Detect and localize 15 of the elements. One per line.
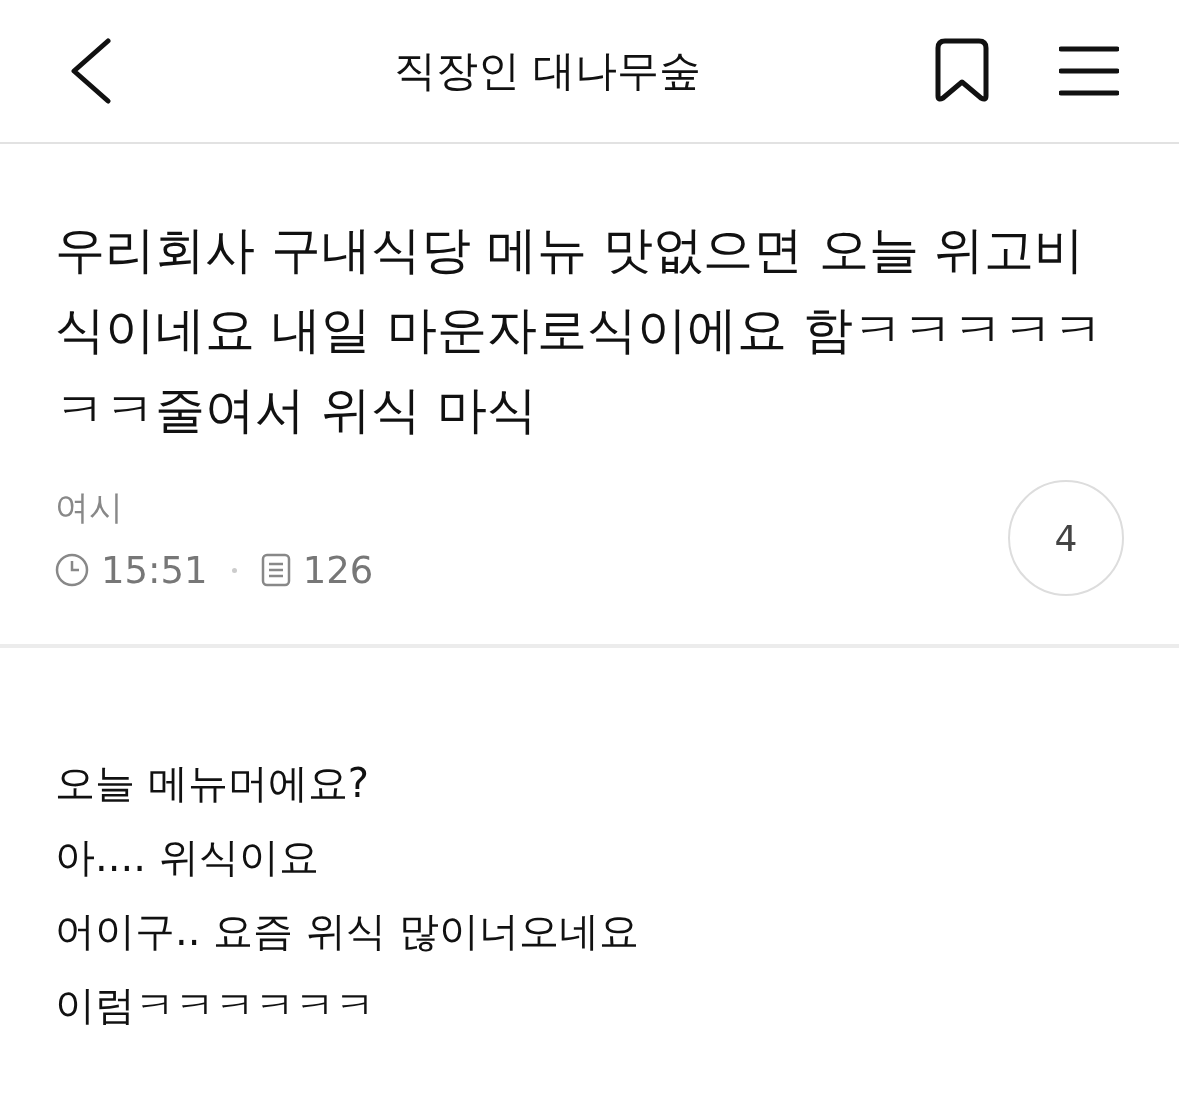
post-title: 우리회사 구내식당 메뉴 맛없으면 오늘 위고비식이네요 내일 마운자로식이에요 함ㅋㅋㅋㅋㅋㅋㅋ줄여서 위식 마식 bbox=[55, 220, 1104, 441]
body-text-line: 어이구.. 요즘 위식 많이너오네요 bbox=[55, 907, 640, 956]
bookmark-button[interactable] bbox=[933, 38, 991, 104]
clock-icon bbox=[55, 553, 89, 587]
menu-button[interactable] bbox=[1059, 45, 1119, 97]
document-icon bbox=[260, 553, 291, 587]
body-text-line: 이럼ㅋㅋㅋㅋㅋㅋ bbox=[55, 981, 376, 1030]
post-time: 15:51 bbox=[101, 548, 208, 592]
body-text-line: 아.... 위식이요 bbox=[55, 833, 320, 882]
view-count: 126 bbox=[302, 548, 374, 592]
page-title: 직장인 대나무숲 bbox=[392, 45, 703, 97]
back-button[interactable] bbox=[68, 38, 112, 104]
comment-count-button[interactable]: 4 bbox=[1008, 480, 1124, 596]
body-text-line: 오늘 메뉴머에요? bbox=[55, 759, 370, 808]
author-name: 여시 bbox=[55, 485, 124, 529]
